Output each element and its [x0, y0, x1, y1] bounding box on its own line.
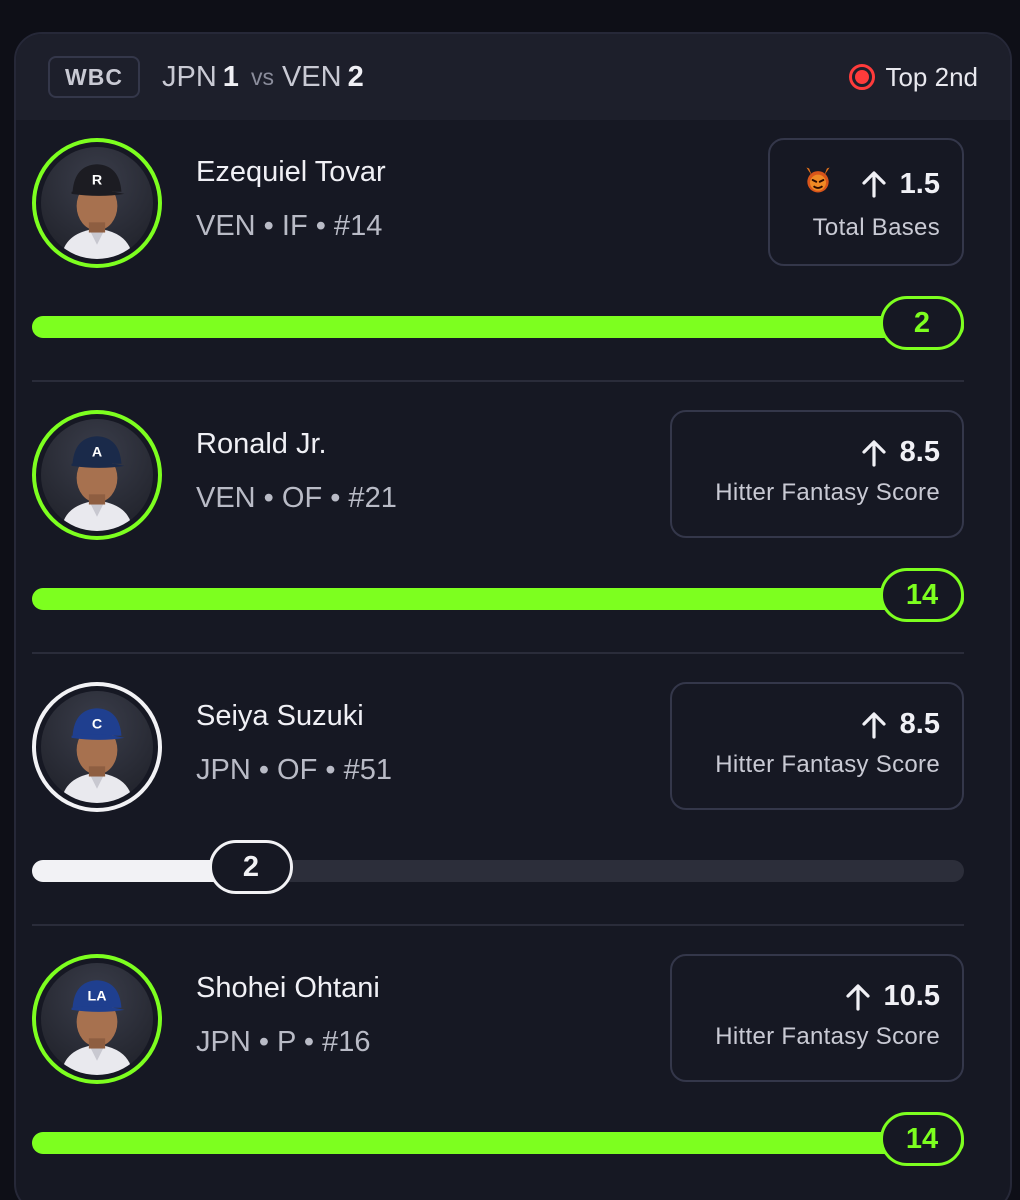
team1-score: 1: [222, 60, 239, 93]
svg-text:C: C: [92, 717, 102, 733]
svg-text:LA: LA: [88, 989, 107, 1005]
arrow-up-icon: [858, 437, 890, 469]
vs-label: vs: [250, 63, 274, 90]
player-avatar: LA: [32, 954, 162, 1084]
current-value-pill: 14: [880, 568, 964, 622]
current-value-pill: 14: [880, 1112, 964, 1166]
progress-track: [32, 1132, 964, 1154]
arrow-up-icon: [842, 981, 874, 1013]
prop-line: 10.5: [694, 980, 940, 1013]
player-name: Ezequiel Tovar: [196, 156, 386, 188]
prop-stat-label: Total Bases: [812, 214, 940, 241]
prop-line: 8.5: [694, 436, 940, 469]
league-badge: WBC: [48, 56, 140, 98]
matchup: JPN 1 vs VEN 2: [162, 56, 368, 98]
player-headshot: LA: [41, 963, 153, 1075]
prop-line-value: 8.5: [899, 708, 940, 740]
svg-text:A: A: [92, 445, 102, 461]
progress-fill: [32, 588, 964, 610]
inning-label: Top 2nd: [885, 61, 978, 92]
current-value-pill: 2: [209, 840, 293, 894]
player-row[interactable]: A Ronald Jr. VEN • OF • #21 8.5 Hitter Fanta…: [32, 410, 964, 682]
prop-stat-label: Hitter Fantasy Score: [715, 479, 940, 506]
player-name: Seiya Suzuki: [196, 700, 364, 732]
prop-line-value: 1.5: [899, 167, 940, 200]
prop-card[interactable]: 8.5 Hitter Fantasy Score: [670, 682, 964, 810]
prop-line: 8.5: [694, 708, 940, 741]
live-indicator-icon: [849, 64, 876, 90]
progress-track: [32, 316, 964, 338]
player-headshot: R: [41, 147, 153, 259]
prop-line-value: 10.5: [883, 980, 940, 1012]
team2-score: 2: [347, 60, 364, 93]
player-headshot: C: [41, 691, 153, 803]
player-meta: JPN • OF • #51: [196, 754, 392, 786]
player-avatar: C: [32, 682, 162, 812]
player-avatar: A: [32, 410, 162, 540]
row-divider: [32, 652, 964, 654]
prop-card[interactable]: 8.5 Hitter Fantasy Score: [670, 410, 964, 538]
progress-fill: [32, 316, 964, 338]
prop-line-value: 8.5: [899, 436, 940, 468]
current-value-pill: 2: [880, 296, 964, 350]
arrow-up-icon: [858, 709, 890, 741]
progress-track: [32, 588, 964, 610]
row-divider: [32, 924, 964, 926]
player-avatar: R: [32, 138, 162, 268]
player-row[interactable]: R Ezequiel Tovar VEN • IF • #14 1.5 Total Ba…: [32, 138, 964, 410]
prop-line: 1.5: [792, 164, 940, 204]
row-divider: [32, 380, 964, 382]
arrow-up-icon: [858, 168, 890, 200]
player-meta: VEN • OF • #21: [196, 482, 397, 514]
prop-card[interactable]: 1.5 Total Bases: [768, 138, 964, 266]
player-name: Ronald Jr.: [196, 428, 327, 460]
player-meta: VEN • IF • #14: [196, 210, 383, 242]
progress-track: [32, 860, 964, 882]
demon-icon: [802, 164, 848, 204]
player-row[interactable]: LA Shohei Ohtani JPN • P • #16 10.5 Hitter F…: [32, 954, 964, 1200]
game-header: WBC JPN 1 vs VEN 2 Top 2nd: [16, 34, 1010, 120]
prop-stat-label: Hitter Fantasy Score: [715, 751, 940, 778]
player-headshot: A: [41, 419, 153, 531]
player-meta: JPN • P • #16: [196, 1026, 371, 1058]
svg-text:R: R: [92, 173, 102, 189]
game-status: Top 2nd: [849, 56, 978, 98]
team2-label: VEN: [281, 60, 342, 93]
prop-stat-label: Hitter Fantasy Score: [715, 1023, 940, 1050]
progress-fill: [32, 1132, 964, 1154]
team1-label: JPN: [162, 60, 217, 93]
player-name: Shohei Ohtani: [196, 972, 380, 1004]
player-row[interactable]: C Seiya Suzuki JPN • OF • #51 8.5 Hitter Fan…: [32, 682, 964, 954]
prop-card[interactable]: 10.5 Hitter Fantasy Score: [670, 954, 964, 1082]
